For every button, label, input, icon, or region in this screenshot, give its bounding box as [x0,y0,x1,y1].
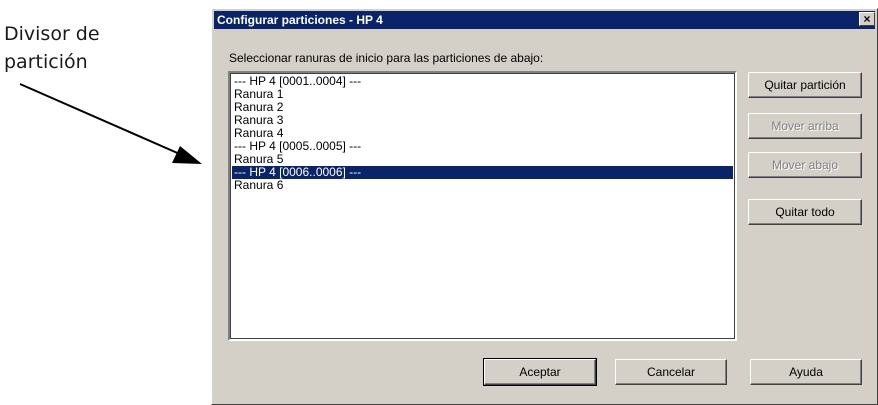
accept-button[interactable]: Aceptar [483,358,597,386]
dialog-title: Configurar particiones - HP 4 [217,13,383,27]
annotation-line-2: partición [4,51,88,73]
help-button[interactable]: Ayuda [750,359,862,385]
instruction-label: Seleccionar ranuras de inicio para las p… [229,51,544,65]
annotation-line-1: Divisor de [4,23,100,45]
list-item-slot[interactable]: Ranura 6 [232,179,733,192]
configure-partitions-dialog: Configurar particiones - HP 4 × Seleccio… [211,8,878,405]
remove-all-button[interactable]: Quitar todo [748,199,862,225]
cancel-button[interactable]: Cancelar [615,359,727,385]
slot-listbox[interactable]: --- HP 4 [0001..0004] --- Ranura 1 Ranur… [228,71,737,341]
list-item-slot[interactable]: Ranura 3 [232,114,733,127]
list-item-slot[interactable]: Ranura 2 [232,101,733,114]
annotation-label: Divisor de partición [4,20,100,76]
list-item-slot[interactable]: Ranura 1 [232,88,733,101]
move-down-button[interactable]: Mover abajo [748,152,862,178]
remove-partition-button[interactable]: Quitar partición [748,72,862,98]
close-button[interactable]: × [859,12,875,26]
list-item-partition-divider[interactable]: --- HP 4 [0001..0004] --- [232,75,733,88]
list-item-partition-divider[interactable]: --- HP 4 [0005..0005] --- [232,140,733,153]
list-item-partition-divider-selected[interactable]: --- HP 4 [0006..0006] --- [232,166,733,179]
move-up-button[interactable]: Mover arriba [748,113,862,139]
title-bar: Configurar particiones - HP 4 × [214,11,875,29]
